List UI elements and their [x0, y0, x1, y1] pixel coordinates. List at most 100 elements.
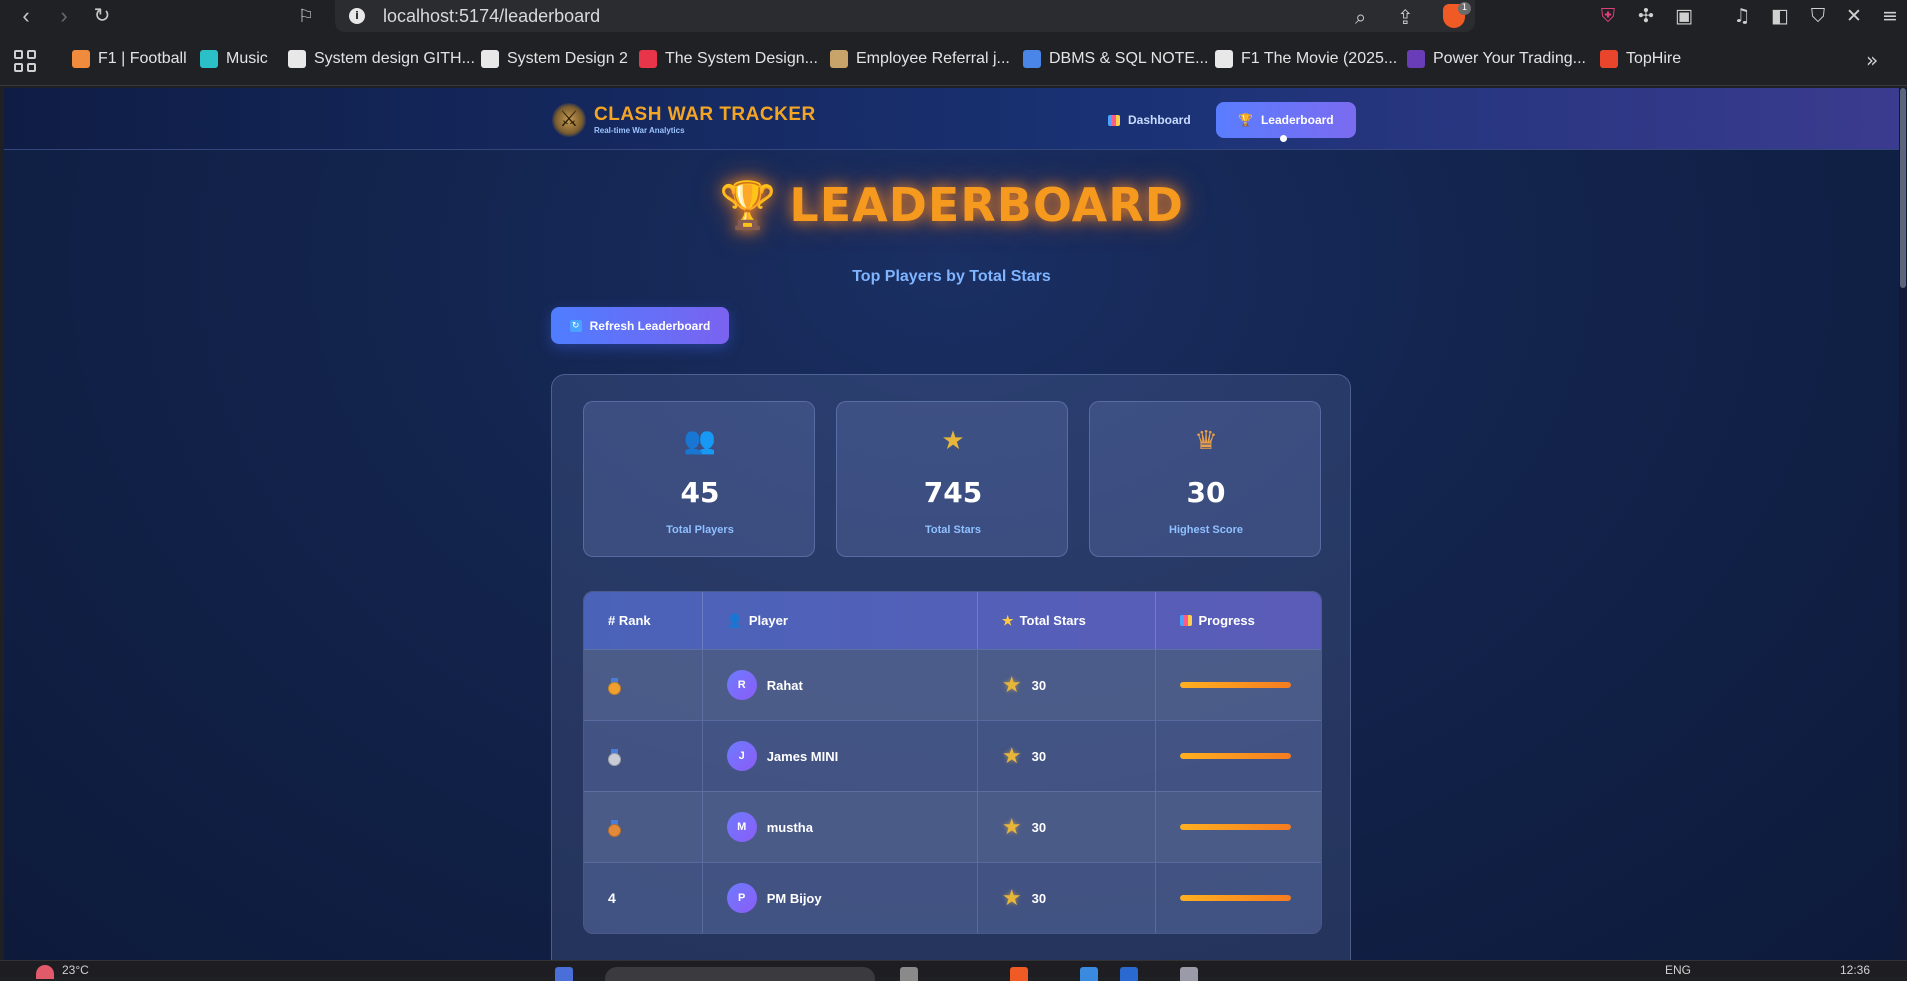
progress-cell: [1156, 863, 1321, 933]
bookmark-label: Music: [226, 50, 268, 67]
progress-bar: [1180, 682, 1292, 688]
vpn-icon[interactable]: ⛉: [1806, 4, 1830, 28]
app-taskbar-icon[interactable]: [1080, 967, 1098, 981]
table-body: R Rahat ★ 30 J James MINI ★ 30 Mmustha ★ 30 4 P PM Bi…: [584, 649, 1321, 933]
stat-label: Total Players: [666, 524, 734, 536]
leo-icon[interactable]: ✕: [1842, 4, 1866, 28]
nav-leaderboard[interactable]: 🏆 Leaderboard: [1216, 102, 1356, 138]
sidebar-icon[interactable]: ◧: [1768, 4, 1792, 28]
header-rank[interactable]: # Rank: [584, 592, 703, 649]
shields-count-badge: 1: [1458, 2, 1471, 15]
zoom-icon[interactable]: ⌕: [1355, 5, 1366, 29]
bronze-medal-icon: [608, 819, 621, 837]
player-name: Rahat: [766, 677, 803, 693]
player-icon: 👤: [726, 612, 743, 628]
nav-dashboard-label: Dashboard: [1128, 113, 1191, 127]
page-scrollbar[interactable]: [1899, 88, 1907, 960]
temperature[interactable]: 23°C: [62, 963, 89, 977]
start-icon[interactable]: [555, 967, 573, 981]
scrollbar-thumb[interactable]: [1900, 88, 1906, 288]
header-progress[interactable]: Progress: [1156, 592, 1321, 649]
bookmark-label: Power Your Trading...: [1433, 50, 1586, 67]
media-icon[interactable]: ♫: [1730, 4, 1754, 28]
rank-cell: [584, 650, 703, 720]
bookmark-item[interactable]: System Design 2: [481, 50, 628, 68]
bookmark-favicon-icon: [481, 50, 499, 68]
app2-taskbar-icon[interactable]: [1180, 967, 1198, 981]
gold-medal-icon: [608, 677, 621, 695]
bookmark-item[interactable]: Power Your Trading...: [1407, 50, 1586, 68]
nav-leaderboard-label: Leaderboard: [1260, 113, 1334, 127]
extensions-icon[interactable]: ✣: [1634, 4, 1658, 28]
stat-label: Total Stars: [924, 524, 982, 536]
header-stars-label: Total Stars: [1019, 613, 1086, 628]
bookmark-icon[interactable]: ⚐: [294, 4, 318, 28]
leaderboard-table: # Rank 👤 Player ★ Total Stars Progress R…: [583, 591, 1322, 934]
address-bar[interactable]: i localhost:5174/leaderboard ⌕ ⇪: [335, 0, 1475, 32]
reload-icon[interactable]: ↻: [90, 4, 114, 28]
brave-taskbar-icon[interactable]: [1010, 967, 1028, 981]
table-row[interactable]: J James MINI ★ 30: [584, 720, 1321, 791]
header-progress-label: Progress: [1198, 613, 1255, 628]
silver-medal-icon: [608, 748, 621, 766]
table-row[interactable]: Mmustha ★ 30: [584, 791, 1321, 862]
taskbar-search[interactable]: [605, 967, 875, 981]
bookmark-item[interactable]: F1 | Football: [72, 50, 187, 68]
screenshot-icon[interactable]: ▣: [1672, 4, 1696, 28]
star-icon: ★: [1001, 885, 1022, 911]
bookmark-item[interactable]: F1 The Movie (2025...: [1215, 50, 1397, 68]
progress-cell: [1156, 792, 1321, 862]
stat-value: 745: [923, 476, 983, 509]
refresh-leaderboard-button[interactable]: ↻ Refresh Leaderboard: [551, 307, 729, 344]
stars-cell: ★ 30: [978, 863, 1157, 933]
bookmark-favicon-icon: [1215, 50, 1233, 68]
trophy-icon: 🏆: [1238, 113, 1253, 127]
crossed-swords-icon: ⚔: [552, 103, 586, 137]
rank-cell: 4: [584, 863, 703, 933]
player-cell: R Rahat: [703, 650, 978, 720]
stat-card-total-stars: ★ 745 Total Stars: [836, 401, 1068, 557]
ublock-icon[interactable]: ⛨: [1596, 4, 1620, 28]
bookmark-item[interactable]: Music: [200, 50, 268, 68]
menu-icon[interactable]: ≡: [1878, 4, 1902, 28]
brand-title[interactable]: CLASH WAR TRACKER: [594, 104, 816, 126]
apps-icon[interactable]: [14, 50, 36, 72]
active-nav-indicator: [1280, 135, 1287, 142]
table-row[interactable]: R Rahat ★ 30: [584, 649, 1321, 720]
bookmark-item[interactable]: System design GITH...: [288, 50, 475, 68]
refresh-icon: ↻: [569, 319, 582, 332]
bookmark-item[interactable]: TopHire: [1600, 50, 1681, 68]
page-title-text: LEADERBOARD: [789, 178, 1184, 232]
task-view-icon[interactable]: [900, 967, 918, 981]
progress-bar: [1180, 895, 1292, 901]
table-header: # Rank 👤 Player ★ Total Stars Progress: [584, 592, 1321, 649]
bookmark-item[interactable]: The System Design...: [639, 50, 818, 68]
editor-taskbar-icon[interactable]: [1120, 967, 1138, 981]
forward-icon[interactable]: ›: [52, 4, 76, 28]
player-cell: P PM Bijoy: [703, 863, 978, 933]
stars-cell: ★ 30: [978, 792, 1157, 862]
nav-dashboard[interactable]: Dashboard: [1086, 102, 1213, 138]
language-indicator[interactable]: ENG: [1665, 963, 1691, 977]
stat-value: 45: [680, 476, 720, 509]
back-icon[interactable]: ‹: [14, 4, 38, 28]
bookmark-favicon-icon: [72, 50, 90, 68]
header-total-stars[interactable]: ★ Total Stars: [978, 592, 1157, 649]
progress-fill: [1180, 895, 1292, 901]
stat-card-highest-score: ♛ 30 Highest Score: [1089, 401, 1321, 557]
more-bookmarks-icon[interactable]: »: [1866, 48, 1878, 72]
share-icon[interactable]: ⇪: [1397, 5, 1414, 29]
os-taskbar: 23°C ENG 12:36: [0, 960, 1907, 981]
table-row[interactable]: 4 P PM Bijoy ★ 30: [584, 862, 1321, 933]
bookmark-item[interactable]: DBMS & SQL NOTE...: [1023, 50, 1208, 68]
header-player[interactable]: 👤 Player: [703, 592, 978, 649]
bookmark-favicon-icon: [288, 50, 306, 68]
clock[interactable]: 12:36: [1840, 963, 1870, 977]
stars-value: 30: [1031, 890, 1047, 906]
player-name: PM Bijoy: [766, 890, 822, 906]
bookmark-item[interactable]: Employee Referral j...: [830, 50, 1010, 68]
site-info-icon[interactable]: i: [349, 8, 365, 24]
address-url[interactable]: localhost:5174/leaderboard: [383, 6, 600, 27]
stat-label: Highest Score: [1169, 524, 1243, 536]
stars-cell: ★ 30: [978, 721, 1157, 791]
